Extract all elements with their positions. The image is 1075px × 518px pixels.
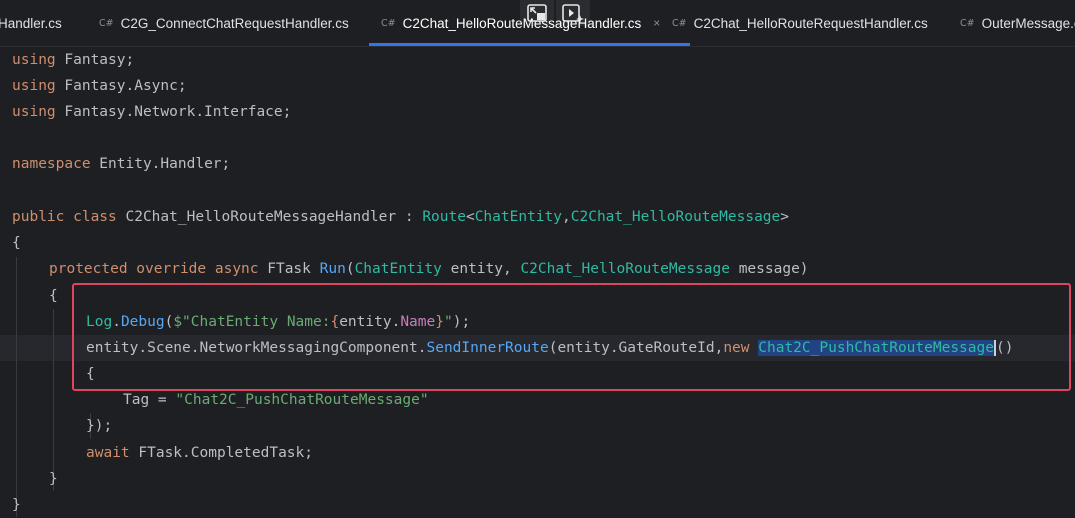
code-text: C2Chat_HelloRouteMessageHandler : [116,209,423,225]
code-line-3: using Fantasy.Network.Interface; [12,99,291,125]
code-line-15: }); [86,418,113,434]
tab-c2chat-hello-route-request-handler[interactable]: C# C2Chat_HelloRouteRequestHandler.cs [672,0,928,46]
code-text: > [780,209,789,225]
tab-label: OuterMessage.cs [981,15,1075,31]
code-text: < [465,209,475,225]
code-text: .CompletedTask; [182,445,313,461]
code-text: ( [345,261,355,277]
code-line-9: protected override async FTask Run(ChatE… [49,256,809,282]
keyword: await [86,445,130,461]
code-text: FTask [129,445,183,461]
tab-handler[interactable]: Handler.cs [0,0,62,46]
type-name: ChatEntity [354,261,442,277]
tab-label: C2G_ConnectChatRequestHandler.cs [120,15,349,31]
code-text: FTask [258,261,320,277]
close-tab-icon[interactable]: × [653,16,660,30]
keyword: using [12,52,56,68]
code-text: entity, [441,261,521,277]
code-line-2: using Fantasy.Async; [12,73,187,99]
code-line-5: namespace Entity.Handler; [12,151,230,177]
csharp-file-icon: C# [960,17,975,29]
tab-c2g-connect-chat-request-handler[interactable]: C# C2G_ConnectChatRequestHandler.cs [99,0,349,46]
method-name: Run [319,261,346,277]
csharp-file-icon: C# [381,17,396,29]
code-editor[interactable]: using Fantasy; using Fantasy.Async; usin… [0,47,1075,517]
tab-outer-message[interactable]: C# OuterMessage.cs [960,0,1075,46]
code-text: Tag [123,392,150,408]
code-line-1: using Fantasy; [12,47,134,73]
type-name: C2Chat_HelloRouteMessage [520,261,730,277]
code-line-16: await FTask.CompletedTask; [86,440,313,466]
tab-label: C2Chat_HelloRouteRequestHandler.cs [693,15,928,31]
keyword: protected override async [49,261,259,277]
indent-guide [53,309,54,491]
keyword: public class [12,209,117,225]
ai-video-icon[interactable] [556,0,590,26]
code-text: message) [729,261,809,277]
code-text: Fantasy; [55,52,135,68]
code-text: Fantasy.Network.Interface; [55,104,292,120]
code-text: Fantasy.Async; [55,78,187,94]
code-text: , [562,209,571,225]
active-tab-indicator [369,43,691,46]
string-literal: "Chat2C_PushChatRouteMessage" [175,392,429,408]
type-name: ChatEntity [474,209,563,225]
keyword: using [12,78,56,94]
editor-tab-bar: Handler.cs C# C2G_ConnectChatRequestHand… [0,0,1075,47]
code-line-7: public class C2Chat_HelloRouteMessageHan… [12,204,789,230]
picture-in-picture-icon[interactable] [520,0,554,26]
csharp-file-icon: C# [672,17,687,29]
indent-guide [16,257,17,517]
highlight-annotation-box [72,283,1071,391]
code-line-18: } [12,497,21,513]
code-line-8: { [12,235,21,251]
keyword: using [12,104,56,120]
code-text: Entity.Handler; [90,156,231,172]
keyword: namespace [12,156,91,172]
type-name: C2Chat_HelloRouteMessage [570,209,781,225]
code-line-17: } [49,471,58,487]
tab-label: Handler.cs [0,15,62,31]
code-line-10: { [49,288,58,304]
csharp-file-icon: C# [99,17,114,29]
code-text: = [149,392,176,408]
type-name: Route [422,209,466,225]
